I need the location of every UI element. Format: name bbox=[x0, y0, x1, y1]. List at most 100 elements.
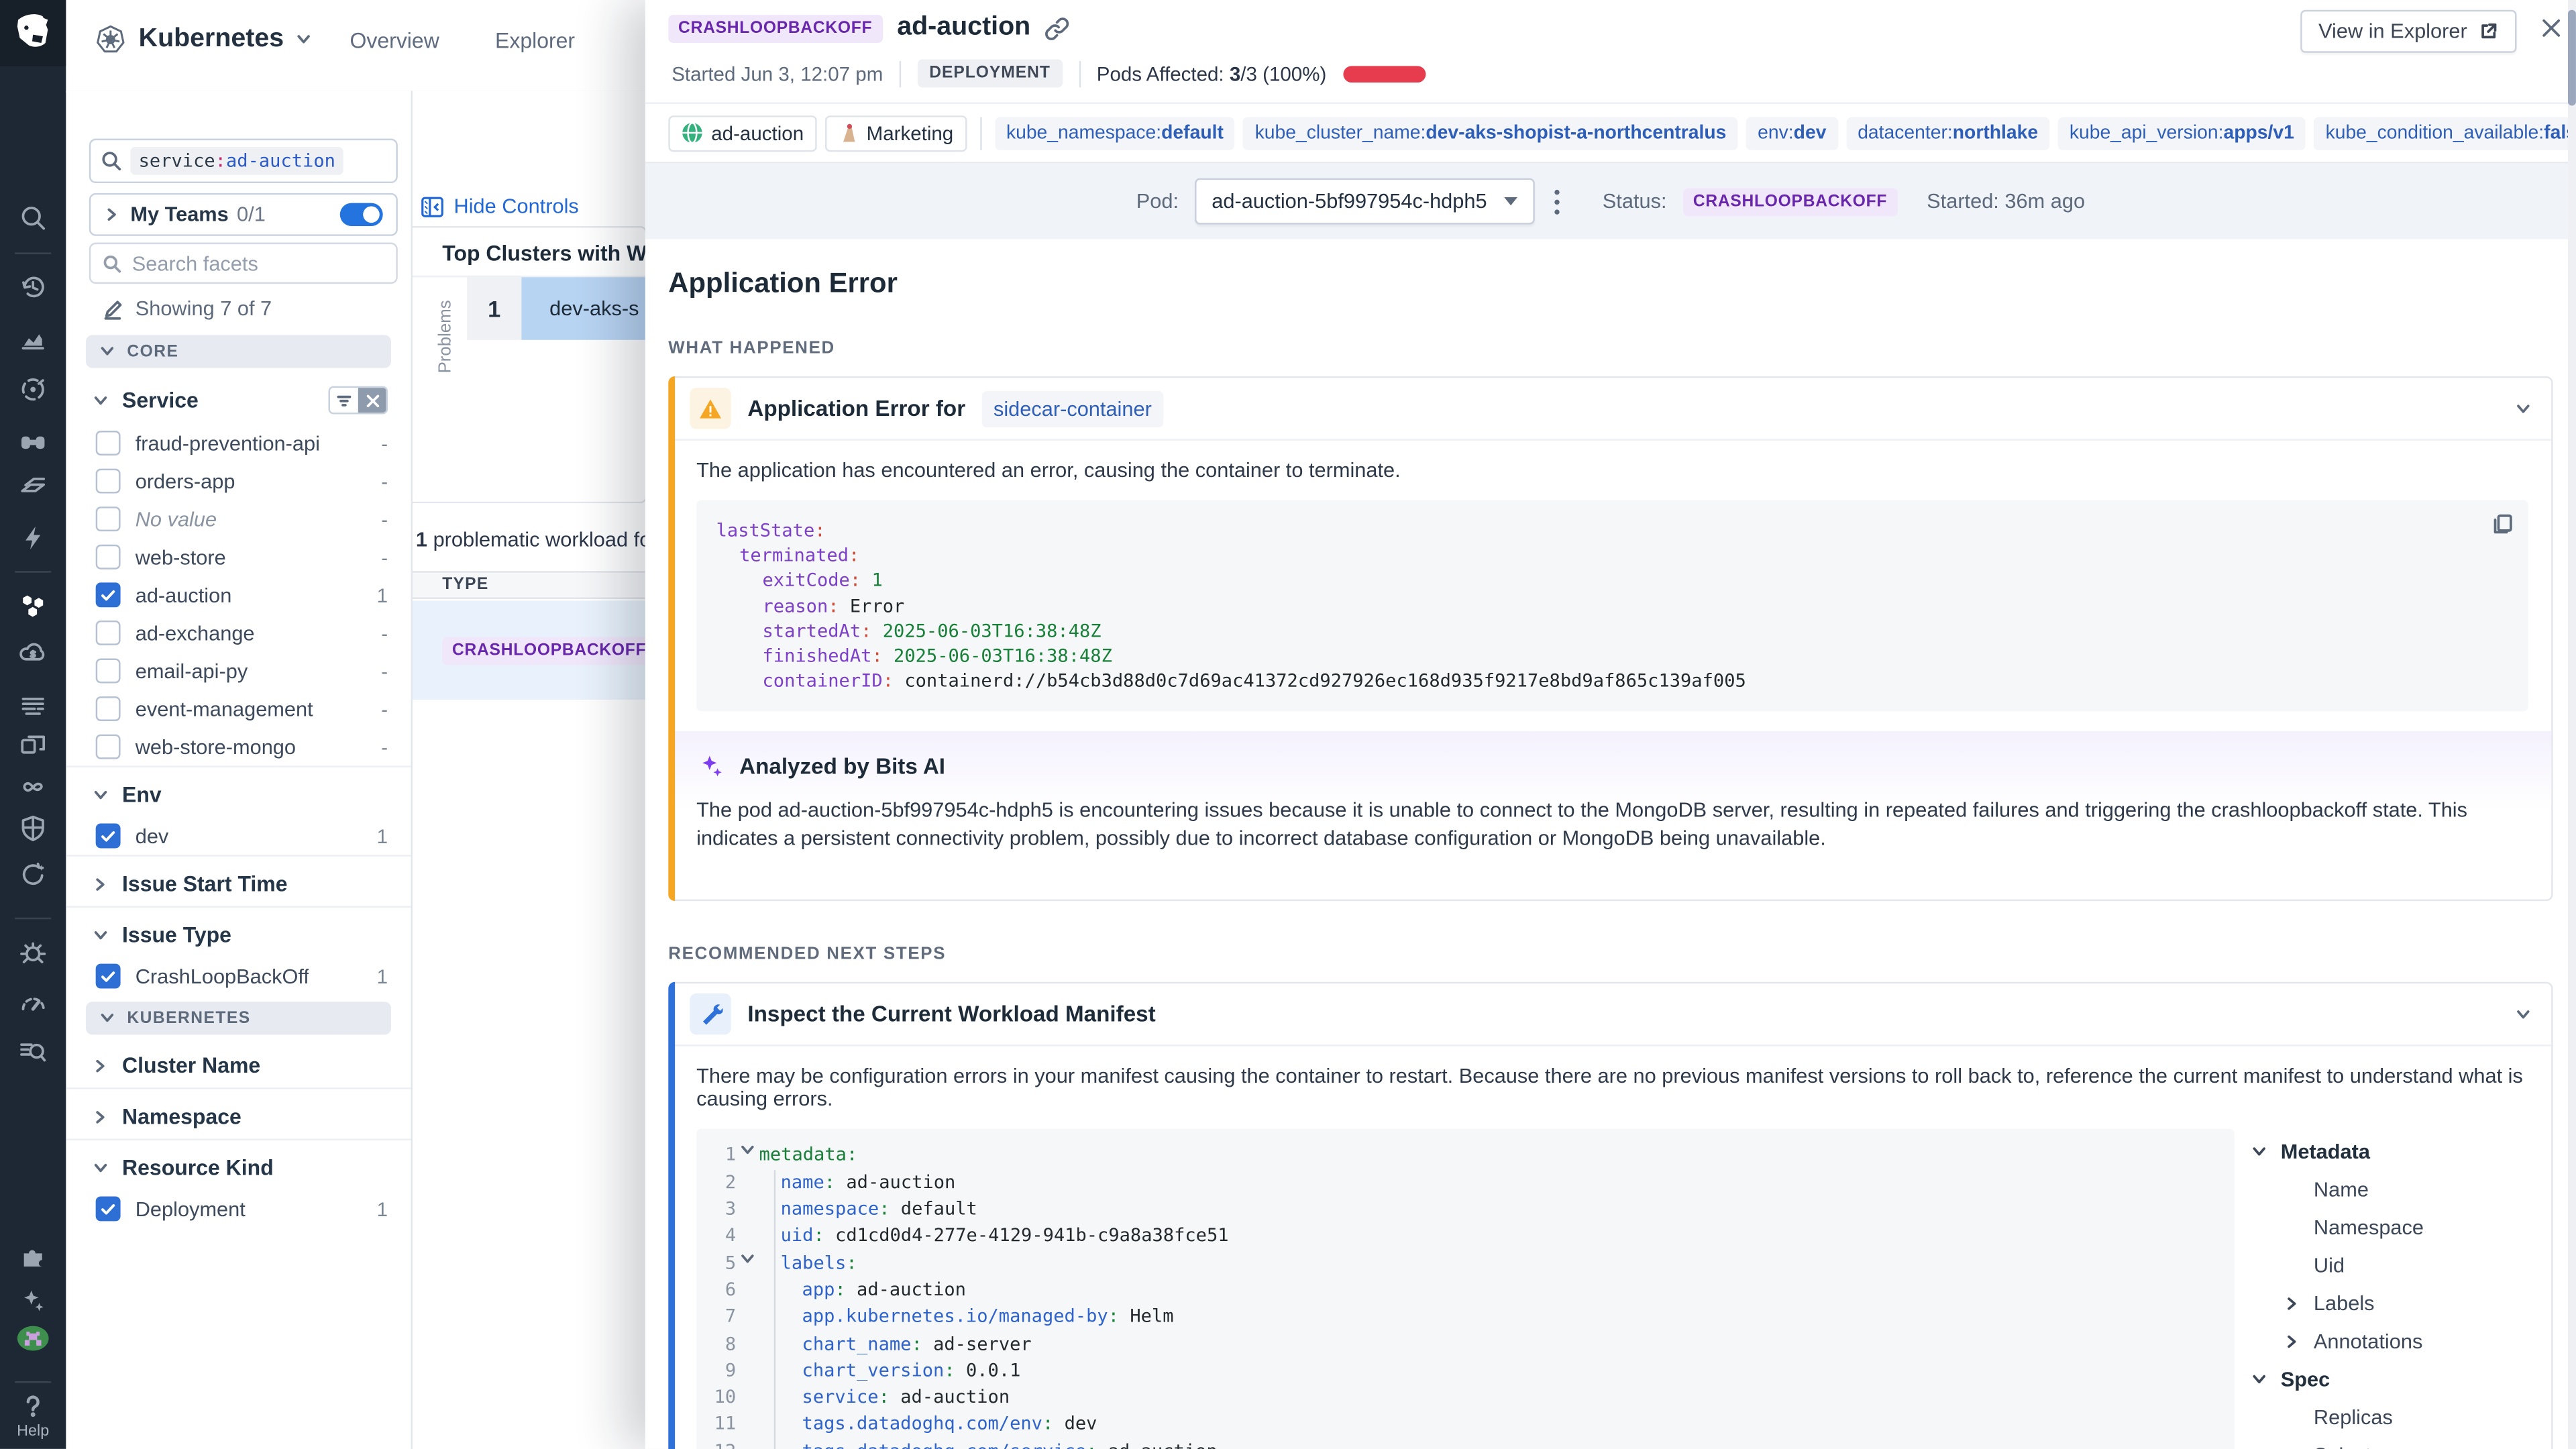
datadog-logo[interactable] bbox=[0, 0, 66, 66]
facet-header-service[interactable]: Service bbox=[66, 372, 411, 425]
tab-overview[interactable]: Overview bbox=[350, 28, 439, 53]
clear-filter-icon[interactable] bbox=[358, 388, 386, 413]
close-icon[interactable] bbox=[2540, 17, 2563, 40]
facet-item-web-store[interactable]: web-store- bbox=[66, 538, 411, 576]
rail-apm-target-icon[interactable] bbox=[0, 373, 66, 406]
facet-item-no-value[interactable]: No value- bbox=[66, 500, 411, 538]
permalink-icon[interactable] bbox=[1045, 15, 1070, 40]
tree-item-selector[interactable]: Selector bbox=[2248, 1436, 2528, 1449]
chevron-down-icon[interactable] bbox=[2248, 1144, 2271, 1161]
chevron-right-icon[interactable] bbox=[2281, 1295, 2304, 1312]
rail-gauge-icon[interactable] bbox=[0, 985, 66, 1018]
container-chip[interactable]: sidecar-container bbox=[982, 390, 1163, 427]
app-switcher[interactable]: Kubernetes bbox=[94, 23, 312, 56]
checkbox[interactable] bbox=[96, 964, 121, 989]
facet-header-resource-kind[interactable]: Resource Kind bbox=[66, 1138, 411, 1189]
checkbox[interactable] bbox=[96, 506, 121, 531]
tree-item-metadata[interactable]: Metadata bbox=[2248, 1133, 2528, 1171]
rail-profiling-search-icon[interactable] bbox=[0, 1034, 66, 1067]
rail-cloud-cost-icon[interactable] bbox=[0, 637, 66, 670]
facet-showing-row[interactable]: Showing 7 of 7 bbox=[103, 297, 272, 320]
facet-item-fraud-prevention-api[interactable]: fraud-prevention-api- bbox=[66, 424, 411, 462]
tree-item-name[interactable]: Name bbox=[2248, 1171, 2528, 1209]
facet-item-event-management[interactable]: event-management- bbox=[66, 690, 411, 728]
checkbox[interactable] bbox=[96, 582, 121, 607]
checkbox[interactable] bbox=[96, 1197, 121, 1222]
rail-containers-hexagons-icon[interactable] bbox=[0, 589, 66, 622]
facet-item-web-store-mongo[interactable]: web-store-mongo- bbox=[66, 728, 411, 766]
tag-chip[interactable]: datacenter:northlake bbox=[1846, 116, 2049, 149]
panel-scrollbar[interactable] bbox=[2568, 0, 2576, 1449]
chevron-down-icon[interactable] bbox=[2515, 1006, 2532, 1023]
facet-item-dev[interactable]: dev1 bbox=[66, 817, 411, 855]
my-teams-filter[interactable]: My Teams 0/1 bbox=[89, 193, 398, 236]
tree-item-replicas[interactable]: Replicas bbox=[2248, 1399, 2528, 1437]
my-teams-toggle[interactable] bbox=[340, 203, 383, 226]
facet-item-crashloopbackoff[interactable]: CrashLoopBackOff1 bbox=[66, 957, 411, 996]
hide-controls-button[interactable]: Hide Controls bbox=[421, 195, 579, 217]
chevron-down-icon[interactable] bbox=[2515, 400, 2532, 417]
facet-item-email-api-py[interactable]: email-api-py- bbox=[66, 652, 411, 690]
rail-security-shield-icon[interactable] bbox=[0, 812, 66, 845]
copy-icon[interactable] bbox=[2492, 513, 2514, 535]
rail-watchdog-binoculars-icon[interactable] bbox=[0, 424, 66, 457]
checkbox[interactable] bbox=[96, 621, 121, 645]
query-token[interactable]: service:ad-auction bbox=[130, 147, 343, 175]
search-query-input[interactable]: service:ad-auction bbox=[89, 139, 398, 183]
pod-select[interactable]: ad-auction-5bf997954c-hdph5 bbox=[1195, 178, 1535, 225]
rail-recent-history-icon[interactable] bbox=[0, 270, 66, 303]
checkbox[interactable] bbox=[96, 696, 121, 721]
rail-ci-infinity-icon[interactable] bbox=[0, 771, 66, 804]
workload-table-row[interactable]: CRASHLOOPBACKOFF bbox=[413, 600, 645, 700]
tree-item-labels[interactable]: Labels bbox=[2248, 1285, 2528, 1323]
tag-chip[interactable]: kube_condition_available:false bbox=[2314, 116, 2576, 149]
checkbox[interactable] bbox=[96, 545, 121, 570]
tab-explorer[interactable]: Explorer bbox=[495, 28, 575, 53]
tag-chip[interactable]: kube_api_version:apps/v1 bbox=[2058, 116, 2306, 149]
rail-search-icon[interactable] bbox=[0, 201, 66, 234]
checkbox[interactable] bbox=[96, 469, 121, 494]
user-avatar[interactable] bbox=[0, 1322, 66, 1354]
tree-item-uid[interactable]: Uid bbox=[2248, 1246, 2528, 1285]
facet-item-orders-app[interactable]: orders-app- bbox=[66, 462, 411, 500]
rail-bits-ai-sparkles-icon[interactable] bbox=[0, 1284, 66, 1317]
rail-quick-bolt-icon[interactable] bbox=[0, 521, 66, 554]
tree-item-namespace[interactable]: Namespace bbox=[2248, 1209, 2528, 1247]
chevron-down-icon[interactable] bbox=[2248, 1371, 2271, 1388]
facet-header-cluster-name[interactable]: Cluster Name bbox=[66, 1038, 411, 1087]
rail-logs-icon[interactable] bbox=[0, 688, 66, 721]
collapse-caret-icon[interactable] bbox=[736, 1142, 759, 1169]
facet-header-issue-type[interactable]: Issue Type bbox=[66, 906, 411, 957]
facet-item-deployment[interactable]: Deployment1 bbox=[66, 1190, 411, 1228]
rail-metrics-icon[interactable] bbox=[0, 322, 66, 355]
rail-error-tracking-bug-icon[interactable] bbox=[0, 936, 66, 969]
collapse-caret-icon[interactable] bbox=[736, 1250, 759, 1277]
entity-chip-marketing[interactable]: Marketing bbox=[825, 115, 967, 151]
rail-help-icon[interactable] bbox=[0, 1389, 66, 1422]
rail-integrations-puzzle-icon[interactable] bbox=[0, 1241, 66, 1274]
checkbox[interactable] bbox=[96, 735, 121, 759]
facet-header-env[interactable]: Env bbox=[66, 765, 411, 816]
facet-item-ad-auction[interactable]: ad-auction1 bbox=[66, 576, 411, 614]
section-band-kubernetes[interactable]: KUBERNETES bbox=[86, 1002, 391, 1034]
facet-header-issue-start-time[interactable]: Issue Start Time bbox=[66, 855, 411, 906]
kebab-menu-icon[interactable] bbox=[1552, 189, 1563, 214]
facet-item-ad-exchange[interactable]: ad-exchange- bbox=[66, 614, 411, 652]
rail-sync-star-icon[interactable] bbox=[0, 858, 66, 891]
checkbox[interactable] bbox=[96, 659, 121, 684]
tag-chip[interactable]: kube_namespace:default bbox=[995, 116, 1235, 149]
checkbox[interactable] bbox=[96, 824, 121, 849]
filter-icon[interactable] bbox=[330, 388, 358, 413]
tree-item-annotations[interactable]: Annotations bbox=[2248, 1322, 2528, 1360]
view-in-explorer-button[interactable]: View in Explorer bbox=[2300, 10, 2516, 53]
facet-header-namespace[interactable]: Namespace bbox=[66, 1087, 411, 1138]
tag-chip[interactable]: kube_cluster_name:dev-aks-shopist-a-nort… bbox=[1243, 116, 1737, 149]
chevron-right-icon[interactable] bbox=[2281, 1333, 2304, 1350]
section-band-core[interactable]: CORE bbox=[86, 335, 391, 368]
tag-chip[interactable]: env:dev bbox=[1746, 116, 1838, 149]
tree-item-spec[interactable]: Spec bbox=[2248, 1360, 2528, 1399]
checkbox[interactable] bbox=[96, 431, 121, 455]
facet-search-input[interactable]: Search facets bbox=[89, 243, 398, 284]
rail-dashboards-layers-icon[interactable] bbox=[0, 469, 66, 502]
rail-software-windows-icon[interactable] bbox=[0, 728, 66, 761]
